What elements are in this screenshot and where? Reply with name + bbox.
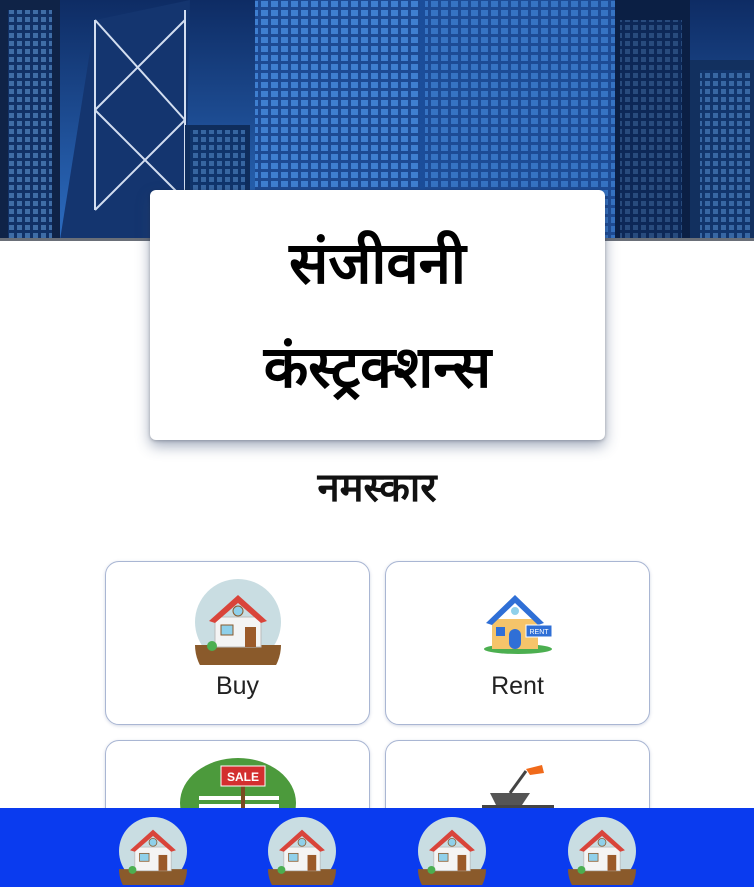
buy-card[interactable]: Buy	[105, 561, 370, 725]
nav-home-icon-4[interactable]	[568, 817, 636, 885]
buy-label: Buy	[215, 672, 260, 700]
company-name-line-2: कंस्ट्रक्शन्स	[263, 333, 492, 401]
svg-text:RENT: RENT	[529, 629, 549, 636]
nav-home-icon-2[interactable]	[268, 817, 336, 885]
nav-home-icon-3[interactable]	[418, 817, 486, 885]
trowel-bricks-icon	[482, 763, 554, 813]
bottom-navigation-bar	[0, 808, 754, 887]
company-title-card: संजीवनी कंस्ट्रक्शन्स	[150, 190, 605, 440]
house-rent-icon: RENT	[482, 589, 554, 659]
rent-label: Rent	[491, 672, 544, 700]
nav-home-icon-1[interactable]	[119, 817, 187, 885]
rent-card[interactable]: RENT Rent	[385, 561, 650, 725]
greeting-text: नमस्कार	[317, 465, 437, 511]
company-name-line-1: संजीवनी	[289, 229, 466, 297]
sale-sign-text: SALE	[227, 770, 259, 784]
house-circle-icon	[195, 579, 281, 688]
